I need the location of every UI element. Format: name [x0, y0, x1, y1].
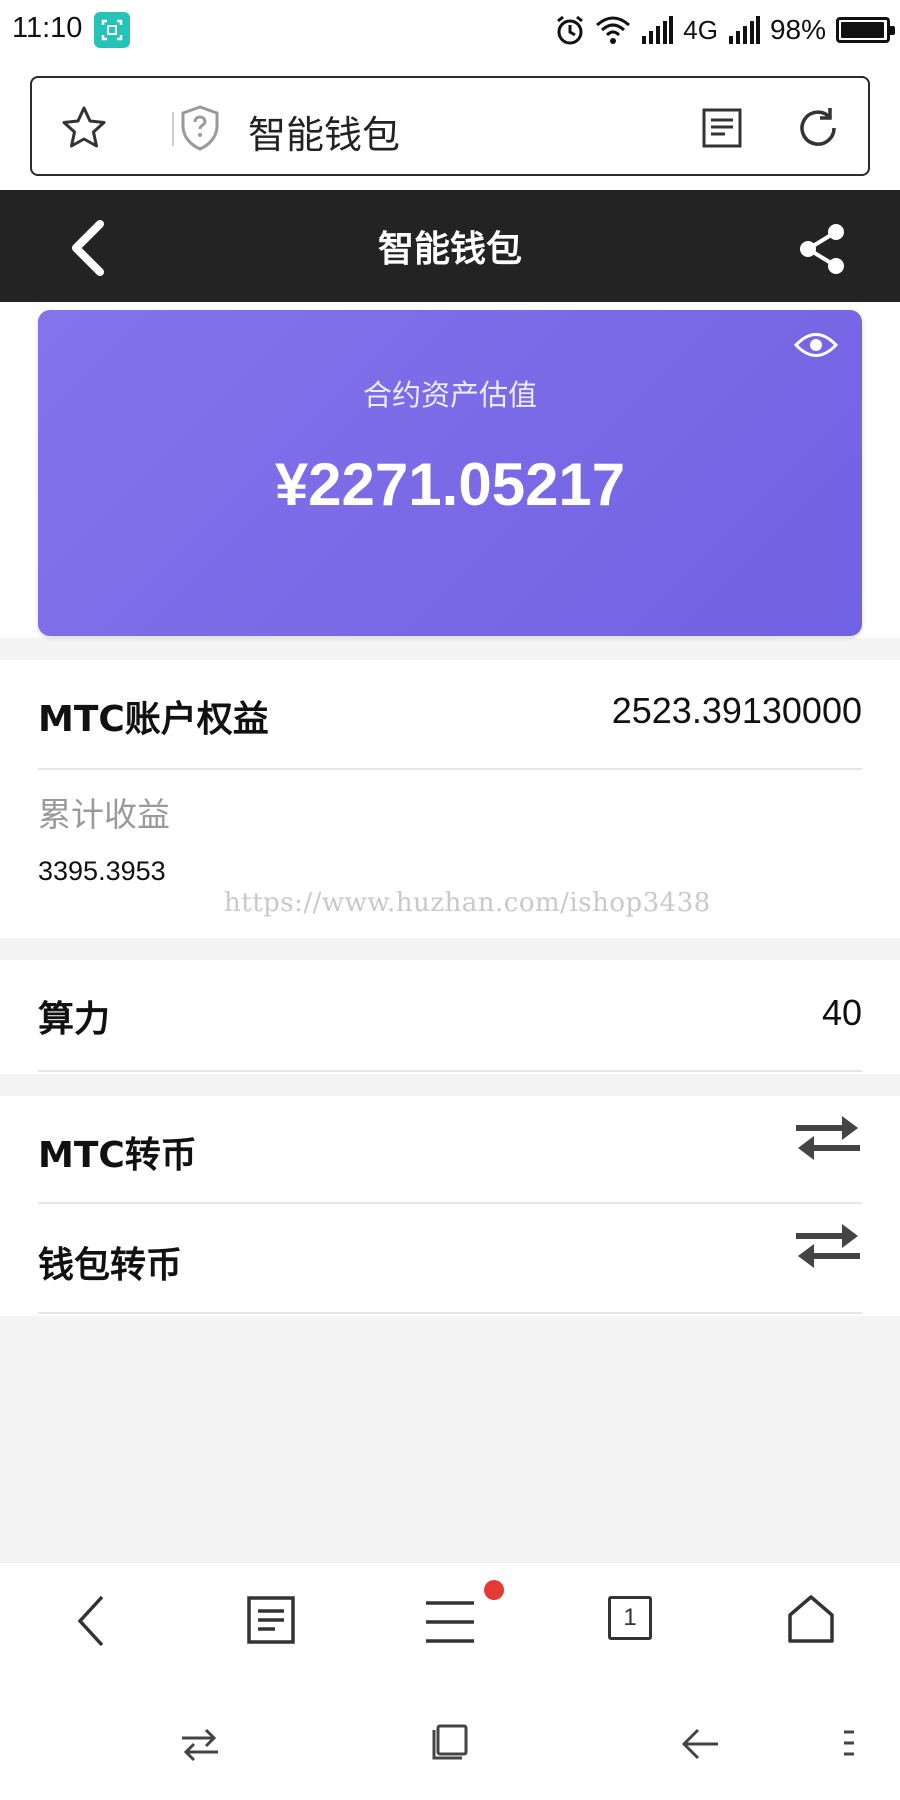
eye-icon[interactable] — [794, 330, 838, 360]
network-type: 4G — [683, 14, 718, 45]
system-back-icon[interactable] — [680, 1724, 720, 1764]
shield-question-icon[interactable] — [178, 104, 222, 152]
battery-fill — [841, 22, 885, 38]
browser-toolbar: 智能钱包 — [0, 62, 900, 190]
battery-icon — [836, 17, 895, 43]
browser-bottom-nav — [0, 1562, 900, 1682]
more-icon[interactable] — [842, 1728, 856, 1758]
action-row-mtc-transfer[interactable]: MTC转币 — [0, 1096, 900, 1204]
cumulative-value: 3395.3953 — [38, 856, 166, 886]
menu-icon[interactable] — [424, 1599, 476, 1645]
recents-icon[interactable] — [430, 1722, 470, 1762]
watermark: https://www.huzhan.com/ishop3438 — [224, 888, 711, 918]
system-nav-bar — [0, 1682, 900, 1800]
app-header: 智能钱包 — [0, 190, 900, 302]
asset-card: 合约资产估值 ¥2271.05217 — [38, 310, 862, 636]
wifi-icon — [596, 16, 631, 44]
nav-back-icon[interactable] — [74, 1593, 108, 1649]
cumulative-label: 累计收益 — [38, 795, 170, 834]
hashrate-label: 算力 — [38, 999, 111, 1040]
nav-reader-icon[interactable] — [246, 1595, 296, 1645]
reader-mode-icon[interactable] — [700, 106, 744, 150]
action-label: 钱包转币 — [38, 1245, 183, 1286]
asset-label: 合约资产估值 — [362, 378, 537, 412]
address-bar[interactable]: 智能钱包 — [30, 76, 870, 176]
hashrate-divider — [38, 1070, 862, 1072]
battery-percent: 98% — [769, 14, 826, 45]
transfer-icon — [796, 1116, 860, 1160]
equity-divider — [38, 768, 862, 770]
action-row-wallet-transfer[interactable]: 钱包转币 — [0, 1204, 900, 1312]
transfer-icon — [796, 1224, 860, 1268]
action-label: MTC转币 — [38, 1135, 197, 1176]
url-title[interactable]: 智能钱包 — [248, 104, 400, 159]
home-icon[interactable] — [786, 1593, 836, 1645]
scan-app-icon — [94, 12, 130, 48]
actions-section: MTC转币 钱包转币 — [0, 1096, 900, 1316]
asset-value: ¥2271.05217 — [274, 451, 626, 518]
star-icon[interactable] — [60, 104, 108, 152]
equity-value: 2523.39130000 — [611, 690, 862, 731]
notification-dot — [484, 1580, 504, 1600]
alarm-icon — [557, 15, 584, 45]
hashrate-section: 算力 40 — [0, 960, 900, 1074]
signal-icon — [642, 16, 674, 44]
page-title: 智能钱包 — [377, 229, 522, 270]
switch-icon[interactable] — [180, 1728, 220, 1762]
equity-label: MTC账户权益 — [38, 699, 269, 740]
url-divider — [172, 112, 174, 146]
status-indicators: 4G 98% — [555, 12, 895, 48]
hashrate-value: 40 — [821, 992, 862, 1033]
status-time: 11:10 — [12, 12, 83, 44]
refresh-icon[interactable] — [792, 102, 844, 154]
share-icon[interactable] — [796, 222, 848, 276]
tabs-button[interactable]: 1 — [608, 1596, 652, 1640]
action-divider-2 — [38, 1312, 862, 1314]
status-bar: 11:10 4G 98% — [0, 0, 900, 62]
signal-icon-2 — [728, 16, 760, 44]
